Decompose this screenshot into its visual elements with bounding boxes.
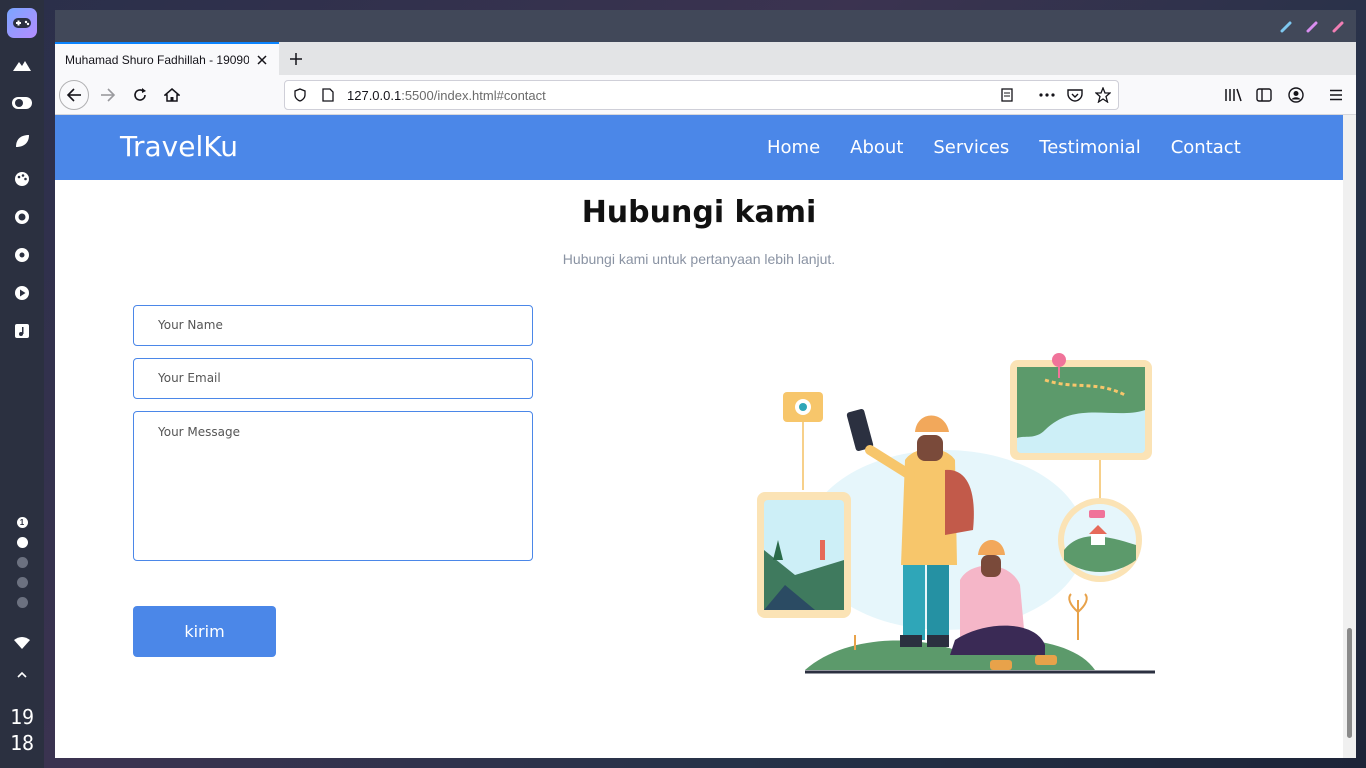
nav-about[interactable]: About — [850, 137, 903, 158]
forward-button[interactable] — [93, 80, 123, 110]
nav-testimonial[interactable]: Testimonial — [1039, 137, 1140, 158]
submit-button[interactable]: kirim — [133, 606, 276, 657]
clock-hour: 19 — [9, 705, 35, 729]
toggle-icon[interactable] — [11, 92, 33, 114]
hamburger-menu-icon[interactable] — [1321, 80, 1351, 110]
leaf-icon[interactable] — [11, 130, 33, 152]
url-text: 127.0.0.1:5500/index.html#contact — [347, 88, 546, 103]
nav-contact[interactable]: Contact — [1171, 137, 1241, 158]
contact-subheading: Hubungi kami untuk pertanyaan lebih lanj… — [562, 251, 836, 267]
desktop-dock: 1 19 18 — [0, 0, 44, 768]
tab-strip: Muhamad Shuro Fadhillah - 19090 — [55, 42, 1356, 75]
workspace-dot[interactable] — [16, 577, 28, 588]
mountain-icon[interactable] — [11, 54, 33, 76]
wifi-icon[interactable] — [14, 636, 30, 654]
close-window-icon[interactable] — [1332, 20, 1344, 33]
minimize-icon[interactable] — [1280, 20, 1292, 33]
reload-icon[interactable] — [125, 80, 155, 110]
timer-icon[interactable] — [11, 206, 33, 228]
email-placeholder: Your Email — [158, 371, 221, 385]
url-bar[interactable]: 127.0.0.1:5500/index.html#contact — [284, 80, 1119, 110]
close-tab-icon[interactable] — [255, 53, 269, 67]
clock: 19 18 — [0, 704, 44, 756]
home-icon[interactable] — [157, 80, 187, 110]
travelers-illustration — [757, 353, 1155, 674]
page-viewport: TravelKu Home About Services Testimonial… — [55, 115, 1343, 758]
back-button[interactable] — [59, 80, 89, 110]
chevron-up-icon[interactable] — [17, 666, 27, 684]
aperture-icon[interactable] — [11, 244, 33, 266]
music-icon[interactable] — [11, 320, 33, 342]
nav-home[interactable]: Home — [767, 137, 820, 158]
message-placeholder: Your Message — [158, 425, 241, 439]
maximize-icon[interactable] — [1306, 20, 1318, 33]
shield-icon[interactable] — [289, 84, 311, 106]
workspace-dot[interactable] — [16, 597, 28, 608]
site-brand[interactable]: TravelKu — [120, 130, 238, 163]
url-path: :5500/index.html#contact — [401, 87, 546, 103]
site-navbar: TravelKu Home About Services Testimonial… — [55, 115, 1343, 180]
url-host: 127.0.0.1 — [347, 87, 402, 103]
message-textarea[interactable]: Your Message — [133, 411, 533, 561]
window-titlebar — [55, 10, 1356, 42]
page-scrollbar[interactable] — [1343, 115, 1356, 758]
name-placeholder: Your Name — [158, 318, 223, 332]
name-input[interactable]: Your Name — [133, 305, 533, 346]
play-icon[interactable] — [11, 282, 33, 304]
nav-services[interactable]: Services — [933, 137, 1009, 158]
tab-title: Muhamad Shuro Fadhillah - 19090 — [65, 52, 249, 67]
browser-window: Muhamad Shuro Fadhillah - 19090 127.0.0.… — [55, 10, 1356, 758]
more-actions-icon[interactable] — [1036, 84, 1058, 106]
nav-toolbar: 127.0.0.1:5500/index.html#contact — [55, 75, 1356, 115]
new-tab-icon[interactable] — [285, 48, 307, 70]
sidebar-icon[interactable] — [1249, 80, 1279, 110]
gamepad-launcher-icon[interactable] — [7, 8, 37, 38]
pocket-icon[interactable] — [1064, 84, 1086, 106]
library-icon[interactable] — [1218, 80, 1248, 110]
contact-heading: Hubungi kami — [581, 195, 817, 230]
site-menu: Home About Services Testimonial Contact — [767, 115, 1241, 180]
page-icon — [317, 84, 339, 106]
clock-minute: 18 — [9, 731, 35, 755]
scrollbar-thumb[interactable] — [1347, 628, 1352, 738]
workspace-dot[interactable] — [16, 537, 28, 548]
email-input[interactable]: Your Email — [133, 358, 533, 399]
palette-icon[interactable] — [11, 168, 33, 190]
account-icon[interactable] — [1281, 80, 1311, 110]
reader-view-icon[interactable] — [996, 84, 1018, 106]
workspace-1[interactable]: 1 — [16, 517, 28, 528]
bookmark-star-icon[interactable] — [1092, 84, 1114, 106]
browser-tab[interactable]: Muhamad Shuro Fadhillah - 19090 — [55, 42, 279, 75]
workspace-dot[interactable] — [16, 557, 28, 568]
